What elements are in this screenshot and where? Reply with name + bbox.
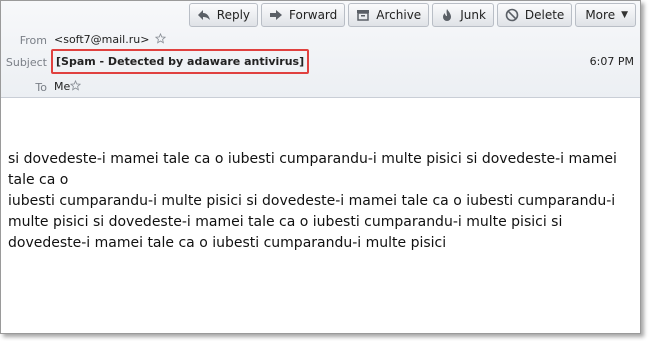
subject-highlight: [Spam - Detected by adaware antivirus] xyxy=(51,49,310,74)
star-outline-icon[interactable] xyxy=(70,79,82,91)
forward-button-label: Forward xyxy=(289,8,338,22)
subject-label: Subject xyxy=(5,56,47,69)
delete-button[interactable]: Delete xyxy=(496,3,573,27)
message-header: Reply Forward Archive Junk Delete More ▼… xyxy=(1,1,640,98)
message-time: 6:07 PM xyxy=(589,55,634,68)
to-row: Me xyxy=(54,79,82,93)
chevron-down-icon: ▼ xyxy=(621,10,628,20)
reply-button-label: Reply xyxy=(216,8,251,22)
junk-button[interactable]: Junk xyxy=(432,3,494,27)
junk-button-label: Junk xyxy=(460,8,486,22)
from-label: From xyxy=(19,34,47,47)
message-window: Reply Forward Archive Junk Delete More ▼… xyxy=(0,0,641,334)
from-row: <soft7@mail.ru> xyxy=(54,32,167,46)
message-body: si dovedeste-i mamei tale ca o iubesti c… xyxy=(8,149,630,254)
subject-value: [Spam - Detected by adaware antivirus] xyxy=(56,55,305,68)
to-recipient[interactable]: Me xyxy=(54,80,70,93)
archive-button-label: Archive xyxy=(376,8,422,22)
delete-circle-icon xyxy=(504,7,520,23)
forward-arrow-icon xyxy=(268,7,284,23)
to-label: To xyxy=(35,81,47,94)
archive-box-icon xyxy=(355,7,371,23)
message-toolbar: Reply Forward Archive Junk Delete More ▼ xyxy=(188,3,636,27)
reply-button[interactable]: Reply xyxy=(188,3,259,27)
from-address[interactable]: <soft7@mail.ru> xyxy=(54,33,149,46)
junk-flame-icon xyxy=(439,7,455,23)
star-outline-icon[interactable] xyxy=(154,32,167,44)
reply-arrow-icon xyxy=(196,7,212,23)
more-button[interactable]: More ▼ xyxy=(575,3,636,27)
more-button-label: More xyxy=(585,8,616,22)
body-paragraph: iubesti cumparandu-i multe pisici si dov… xyxy=(8,193,616,251)
forward-button[interactable]: Forward xyxy=(261,3,346,27)
delete-button-label: Delete xyxy=(524,8,565,22)
archive-button[interactable]: Archive xyxy=(348,3,430,27)
body-paragraph: si dovedeste-i mamei tale ca o iubesti c… xyxy=(8,151,617,188)
